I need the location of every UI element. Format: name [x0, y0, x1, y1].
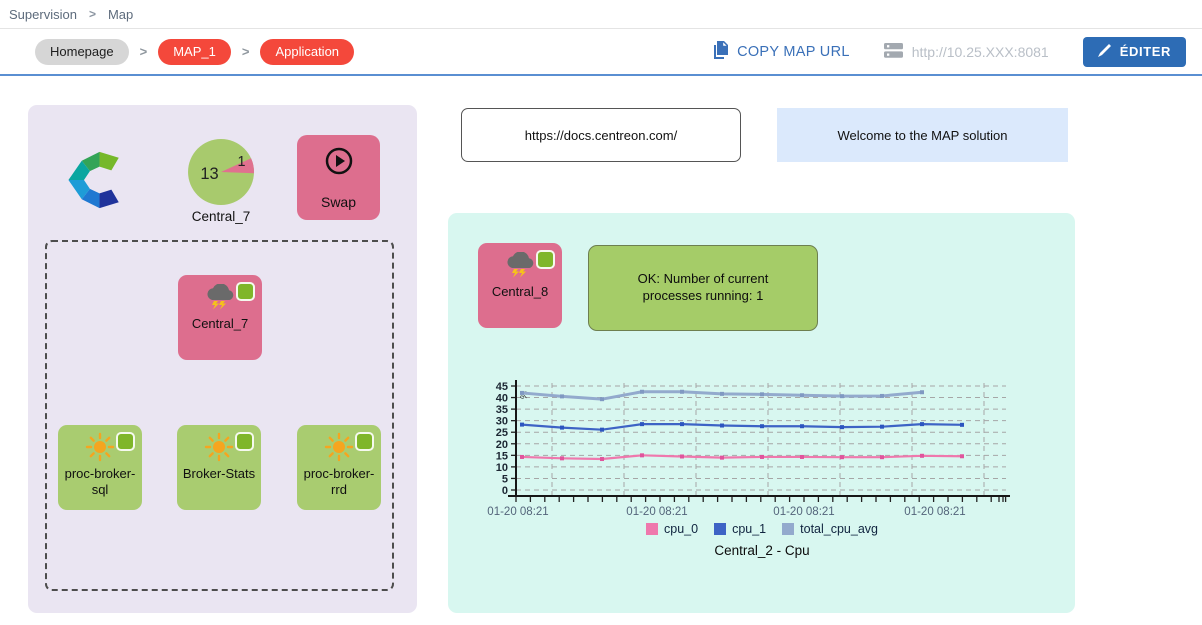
legend-item: cpu_0: [646, 522, 698, 536]
toolbar-actions: COPY MAP URL http://10.25.XXX:8081 ÉDITE…: [712, 37, 1186, 67]
map-toolbar: Homepage > MAP_1 > Application COPY MAP …: [0, 28, 1202, 76]
host-node-central-8[interactable]: Central_8: [478, 243, 562, 328]
server-icon: [884, 43, 903, 61]
breadcrumb-page[interactable]: Map: [108, 7, 133, 22]
node-label: proc-broker-sql: [58, 466, 142, 499]
top-breadcrumb-bar: Supervision > Map: [0, 0, 1202, 28]
sun-icon: [324, 432, 354, 462]
status-badge: [116, 432, 135, 451]
welcome-text-widget: Welcome to the MAP solution: [777, 108, 1068, 162]
chip-application[interactable]: Application: [260, 39, 354, 65]
pencil-icon: [1098, 44, 1111, 60]
swap-widget[interactable]: Swap: [297, 135, 380, 220]
storm-cloud-icon: [204, 282, 236, 312]
edit-button-label: ÉDITER: [1120, 44, 1171, 59]
sun-icon: [204, 432, 234, 462]
sun-icon: [85, 432, 115, 462]
service-node-broker-stats[interactable]: Broker-Stats: [177, 425, 261, 510]
centreon-logo-icon: [64, 143, 138, 217]
status-pie-icon: 13 1: [187, 138, 255, 206]
legend-swatch-cpu-0: [646, 523, 658, 535]
node-label: proc-broker-rrd: [297, 466, 381, 499]
storm-cloud-icon: [504, 250, 536, 280]
node-label: Broker-Stats: [179, 466, 259, 482]
cpu-chart-svg: 051015202530354045%01-20 08:2101-20 08:2…: [482, 381, 1038, 519]
svg-text:01-20 08:21: 01-20 08:21: [773, 506, 834, 518]
chip-homepage[interactable]: Homepage: [35, 39, 129, 65]
server-url-text: http://10.25.XXX:8081: [912, 44, 1049, 60]
svg-text:45: 45: [496, 381, 508, 393]
legend-item: cpu_1: [714, 522, 766, 536]
pie-critical-count: 1: [237, 154, 245, 170]
svg-text:30: 30: [496, 416, 508, 428]
swap-widget-label: Swap: [321, 194, 356, 210]
svg-text:40: 40: [496, 393, 508, 405]
copy-map-url-button[interactable]: COPY MAP URL: [712, 41, 850, 63]
service-node-proc-broker-rrd[interactable]: proc-broker-rrd: [297, 425, 381, 510]
svg-text:01-20 08:21: 01-20 08:21: [904, 506, 965, 518]
svg-text:5: 5: [502, 473, 508, 485]
legend-item: total_cpu_avg: [782, 522, 878, 536]
legend-swatch-total-cpu-avg: [782, 523, 794, 535]
svg-text:35: 35: [496, 404, 508, 416]
svg-text:20: 20: [496, 439, 508, 451]
pie-widget-label: Central_7: [192, 209, 251, 224]
copy-map-url-label: COPY MAP URL: [737, 44, 850, 60]
copy-icon: [712, 41, 728, 63]
pie-ok-count: 13: [200, 165, 218, 183]
svg-text:0: 0: [502, 485, 508, 497]
docs-link-widget[interactable]: https://docs.centreon.com/: [461, 108, 741, 162]
node-label: Central_8: [488, 284, 552, 300]
chevron-right-icon: >: [89, 7, 96, 21]
cpu-chart-widget: 051015202530354045%01-20 08:2101-20 08:2…: [482, 381, 1042, 558]
map-canvas-left-panel: 13 1 Central_7 Swap Central_7 proc-broke…: [28, 105, 417, 613]
status-badge: [355, 432, 374, 451]
chart-title: Central_2 - Cpu: [482, 543, 1042, 558]
chip-map-1[interactable]: MAP_1: [158, 39, 231, 65]
node-label: Central_7: [188, 316, 252, 332]
service-node-proc-broker-sql[interactable]: proc-broker-sql: [58, 425, 142, 510]
svg-text:01-20 08:21: 01-20 08:21: [626, 506, 687, 518]
legend-swatch-cpu-1: [714, 523, 726, 535]
map-canvas-right-panel: Central_8 OK: Number of current processe…: [448, 213, 1075, 613]
svg-text:10: 10: [496, 462, 508, 474]
status-badge: [536, 250, 555, 269]
status-text-widget: OK: Number of current processes running:…: [588, 245, 818, 331]
edit-button[interactable]: ÉDITER: [1083, 37, 1186, 67]
breadcrumb-section[interactable]: Supervision: [9, 7, 77, 22]
chart-legend: cpu_0 cpu_1 total_cpu_avg: [482, 522, 1042, 536]
svg-text:25: 25: [496, 427, 508, 439]
map-path-breadcrumb: Homepage > MAP_1 > Application: [35, 39, 354, 65]
legend-label: cpu_0: [664, 522, 698, 536]
status-badge: [235, 432, 254, 451]
pie-chart-widget-central-7[interactable]: 13 1 Central_7: [166, 138, 276, 224]
server-url: http://10.25.XXX:8081: [884, 43, 1049, 61]
svg-text:15: 15: [496, 450, 508, 462]
legend-label: cpu_1: [732, 522, 766, 536]
status-badge: [236, 282, 255, 301]
host-node-central-7[interactable]: Central_7: [178, 275, 262, 360]
chevron-right-icon: >: [242, 44, 250, 59]
legend-label: total_cpu_avg: [800, 522, 878, 536]
chevron-right-icon: >: [140, 44, 148, 59]
play-icon: [323, 145, 355, 182]
svg-text:01-20 08:21: 01-20 08:21: [487, 506, 548, 518]
